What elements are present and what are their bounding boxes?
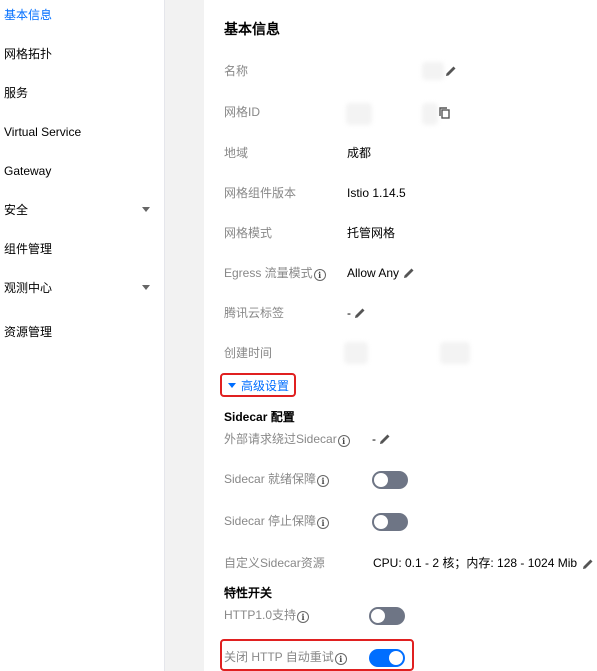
sidebar-item-virtual-service[interactable]: Virtual Service <box>4 125 81 139</box>
basic-info-panel: 基本信息 名称 网格ID 地域 成都 网格组件版本 Istio 1.14.5 网… <box>204 0 597 671</box>
sidecar-stop-label-text: Sidecar 停止保障 <box>224 514 317 528</box>
sidebar-item-components[interactable]: 组件管理 <box>4 242 52 256</box>
advanced-settings-label: 高级设置 <box>241 379 290 393</box>
bypass-label-text: 外部请求绕过Sidecar <box>224 432 337 446</box>
bypass-label: 外部请求绕过Sidecar i <box>224 432 350 447</box>
sidebar-item-services[interactable]: 服务 <box>4 86 28 100</box>
sidebar-item-basic-info[interactable]: 基本信息 <box>4 8 52 22</box>
advanced-settings-highlight: 高级设置 <box>220 373 296 397</box>
disable-retry-label: 关闭 HTTP 自动重试 i <box>224 650 347 665</box>
name-value-redacted <box>422 62 444 80</box>
page-gutter <box>165 0 204 671</box>
region-value: 成都 <box>347 146 372 160</box>
mesh-id-redacted <box>346 103 372 125</box>
sidecar-ready-toggle[interactable] <box>372 471 408 489</box>
version-value: Istio 1.14.5 <box>347 186 406 200</box>
toggle-knob <box>389 651 403 665</box>
name-label: 名称 <box>224 64 249 78</box>
info-icon[interactable]: i <box>337 435 350 447</box>
mesh-id-redacted <box>422 103 438 125</box>
egress-value: Allow Any <box>347 266 400 280</box>
caret-down-icon <box>228 383 236 388</box>
advanced-settings-toggle[interactable]: 高级设置 <box>228 379 289 393</box>
created-value-redacted <box>344 342 368 364</box>
toggle-knob <box>374 473 388 487</box>
edit-icon[interactable] <box>378 432 392 446</box>
sidecar-ready-label-text: Sidecar 就绪保障 <box>224 472 317 486</box>
copy-icon[interactable] <box>438 106 452 120</box>
edit-icon[interactable] <box>402 266 416 280</box>
region-label: 地域 <box>224 146 249 160</box>
sidebar-item-observability[interactable]: 观测中心 <box>4 281 52 295</box>
info-icon[interactable]: i <box>297 611 310 623</box>
chevron-down-icon[interactable] <box>142 285 150 290</box>
http10-label-text: HTTP1.0支持 <box>224 608 297 622</box>
info-icon[interactable]: i <box>317 517 330 529</box>
sidebar-item-gateway[interactable]: Gateway <box>4 164 51 178</box>
sidebar-item-mesh-topology[interactable]: 网格拓扑 <box>4 47 52 61</box>
tag-value: - <box>347 306 351 320</box>
edit-icon[interactable] <box>444 64 458 78</box>
edit-icon[interactable] <box>353 306 367 320</box>
egress-label-text: Egress 流量模式 <box>224 266 313 280</box>
version-label: 网格组件版本 <box>224 186 297 200</box>
toggle-knob <box>371 609 385 623</box>
edit-icon[interactable] <box>581 557 595 571</box>
sidebar-item-security[interactable]: 安全 <box>4 203 28 217</box>
egress-label: Egress 流量模式 i <box>224 266 326 281</box>
disable-retry-toggle[interactable] <box>369 649 405 667</box>
mode-label: 网格模式 <box>224 226 273 240</box>
info-icon[interactable]: i <box>317 475 330 487</box>
sidecar-config-heading: Sidecar 配置 <box>224 410 295 424</box>
toggle-knob <box>374 515 388 529</box>
feature-switches-heading: 特性开关 <box>224 586 273 600</box>
disable-retry-label-text: 关闭 HTTP 自动重试 <box>224 650 334 664</box>
sidecar-resource-label: 自定义Sidecar资源 <box>224 556 325 570</box>
mesh-id-label: 网格ID <box>224 105 261 119</box>
info-icon[interactable]: i <box>334 653 347 665</box>
tag-label: 腾讯云标签 <box>224 306 285 320</box>
sidebar: 基本信息 网格拓扑 服务 Virtual Service Gateway 安全 … <box>0 0 165 671</box>
bypass-value: - <box>372 432 376 446</box>
created-label: 创建时间 <box>224 346 273 360</box>
chevron-down-icon[interactable] <box>142 207 150 212</box>
created-value-redacted <box>440 342 470 364</box>
http10-toggle[interactable] <box>369 607 405 625</box>
info-icon[interactable]: i <box>313 269 326 281</box>
sidecar-resource-value: CPU: 0.1 - 2 核；内存: 128 - 1024 Mib <box>373 556 578 570</box>
sidecar-stop-label: Sidecar 停止保障 i <box>224 514 330 529</box>
mode-value: 托管网格 <box>347 226 396 240</box>
sidecar-ready-label: Sidecar 就绪保障 i <box>224 472 330 487</box>
sidebar-item-resources[interactable]: 资源管理 <box>4 325 52 339</box>
sidecar-stop-toggle[interactable] <box>372 513 408 531</box>
http10-label: HTTP1.0支持 i <box>224 608 310 623</box>
page-title: 基本信息 <box>224 21 280 37</box>
